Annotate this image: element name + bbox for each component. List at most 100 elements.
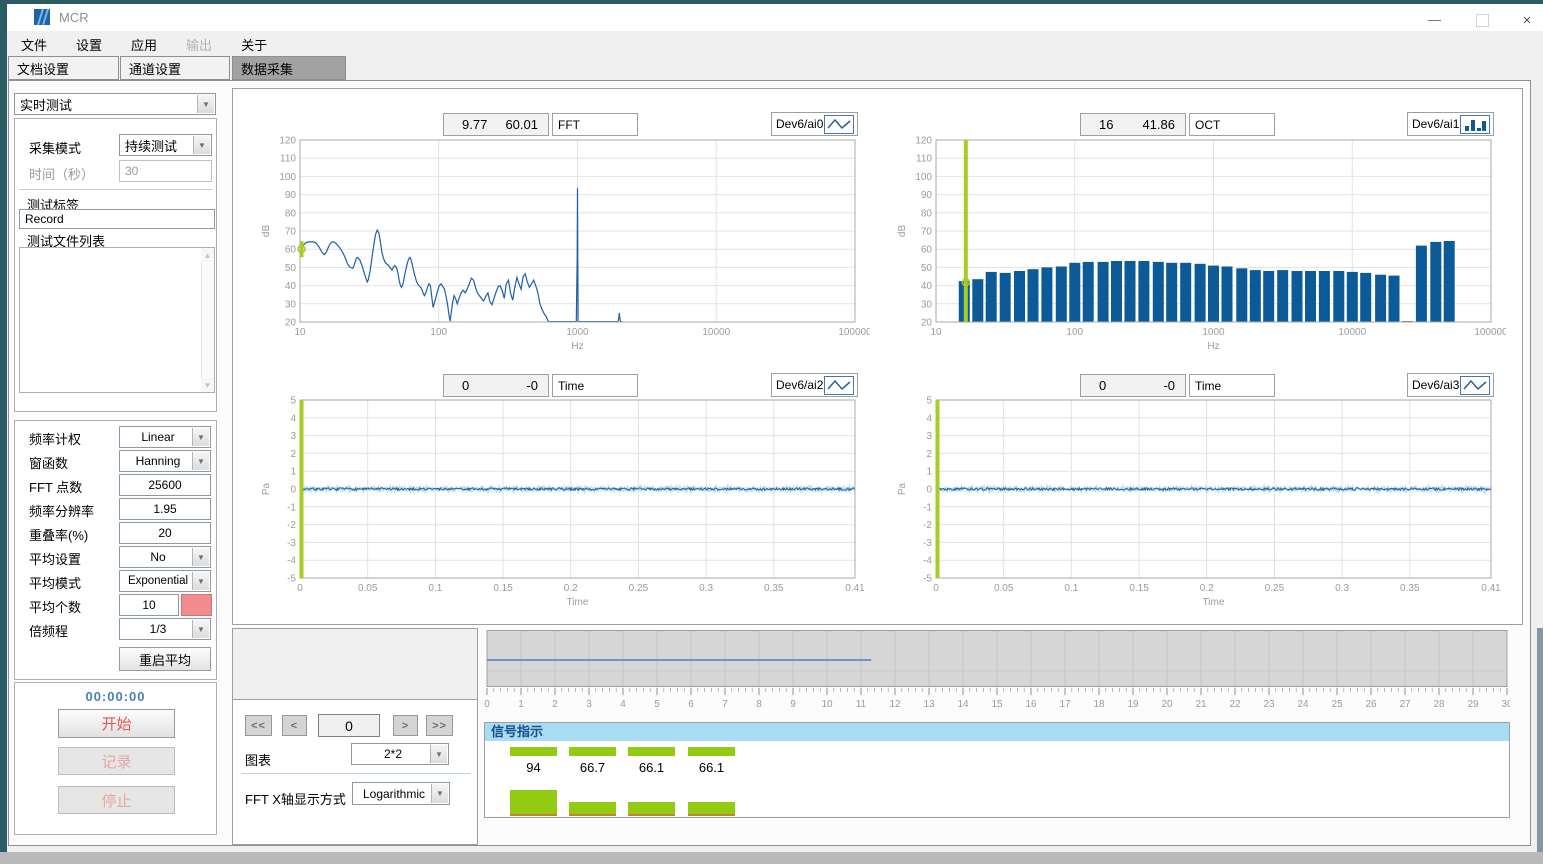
svg-text:0.1: 0.1 — [428, 583, 442, 594]
scroll-up-icon[interactable]: ▲ — [201, 248, 214, 262]
time-waveform-plot-ai3[interactable]: -5-4-3-2-101234500.050.10.150.20.250.30.… — [891, 392, 1506, 610]
svg-text:5: 5 — [926, 396, 932, 407]
minimize-button[interactable] — [1419, 10, 1449, 30]
time-waveform-plot-ai2[interactable]: -5-4-3-2-101234500.050.10.150.20.250.30.… — [255, 392, 870, 610]
svg-text:5: 5 — [290, 396, 296, 407]
svg-text:0.05: 0.05 — [994, 583, 1014, 594]
avg-count-input[interactable]: 10 — [119, 594, 179, 616]
chevron-down-icon[interactable]: ▼ — [192, 548, 209, 566]
svg-text:Time: Time — [1203, 597, 1225, 608]
fft-points-label: FFT 点数 — [29, 477, 82, 496]
test-mode-select[interactable]: 实时测试 ▼ — [14, 93, 216, 115]
menu-bar: 文件 设置 应用 输出 关于 — [7, 31, 1543, 55]
divider — [241, 773, 471, 774]
svg-text:24: 24 — [1297, 699, 1309, 710]
fft-spectrum-plot[interactable]: 2030405060708090100110120101001000100001… — [255, 132, 870, 355]
svg-text:110: 110 — [280, 154, 296, 165]
svg-text:100: 100 — [915, 172, 932, 183]
chevron-down-icon[interactable]: ▼ — [197, 95, 214, 113]
test-tag-input[interactable]: Record — [19, 209, 215, 229]
svg-text:-4: -4 — [923, 556, 932, 567]
chevron-down-icon[interactable]: ▼ — [192, 452, 209, 470]
chart-layout-select[interactable]: 2*2▼ — [351, 743, 449, 765]
svg-text:1: 1 — [926, 467, 932, 478]
taskbar-strip — [0, 852, 1543, 864]
menu-file[interactable]: 文件 — [15, 31, 53, 55]
desktop-edge-right — [1537, 628, 1543, 852]
svg-text:5: 5 — [654, 699, 660, 710]
page-number-field[interactable]: 0 — [318, 714, 380, 737]
avg-setting-label: 平均设置 — [29, 549, 81, 568]
svg-text:15: 15 — [991, 699, 1003, 710]
recording-timeline-scrubber[interactable]: 0123456789101112131415161718192021222324… — [484, 630, 1510, 712]
svg-text:Pa: Pa — [897, 482, 908, 495]
signal-indication-panel: 信号指示 94 66.7 66.1 66.1 — [484, 722, 1510, 818]
svg-text:0.35: 0.35 — [764, 583, 784, 594]
scrollbar[interactable]: ▲ ▼ — [201, 248, 214, 392]
fft-xaxis-mode-select[interactable]: Logarithmic▼ — [352, 782, 450, 805]
fft-points-input[interactable]: 25600 — [119, 474, 211, 496]
chevron-down-icon[interactable]: ▼ — [192, 620, 209, 638]
test-file-list[interactable]: ▲ ▼ — [19, 247, 215, 393]
svg-text:1000: 1000 — [1202, 327, 1225, 338]
last-page-button[interactable]: >> — [426, 715, 453, 736]
svg-text:10: 10 — [294, 327, 306, 338]
chevron-down-icon[interactable]: ▼ — [430, 745, 447, 763]
svg-text:110: 110 — [916, 154, 932, 165]
chevron-down-icon[interactable]: ▼ — [192, 428, 209, 446]
svg-text:100: 100 — [430, 327, 447, 338]
chevron-down-icon[interactable]: ▼ — [192, 572, 209, 590]
chevron-down-icon[interactable]: ▼ — [193, 136, 210, 154]
svg-text:0.15: 0.15 — [493, 583, 513, 594]
svg-text:dB: dB — [261, 225, 272, 238]
signal-value: 66.1 — [628, 760, 675, 775]
window-func-label: 窗函数 — [29, 453, 68, 472]
acq-time-input: 30 — [119, 160, 212, 182]
record-button: 记录 — [58, 747, 175, 775]
svg-text:9: 9 — [790, 699, 796, 710]
preview-box — [233, 629, 477, 700]
svg-text:10: 10 — [821, 699, 833, 710]
svg-text:0: 0 — [297, 583, 303, 594]
window-func-select[interactable]: Hanning▼ — [119, 450, 211, 472]
signal-level-bar — [510, 790, 557, 816]
svg-text:20: 20 — [1161, 699, 1173, 710]
signal-channel-1: 94 — [510, 741, 557, 819]
menu-settings[interactable]: 设置 — [70, 31, 108, 55]
svg-text:28: 28 — [1433, 699, 1445, 710]
scroll-down-icon[interactable]: ▼ — [201, 378, 214, 392]
svg-text:1: 1 — [518, 699, 524, 710]
svg-text:29: 29 — [1467, 699, 1479, 710]
menu-apply[interactable]: 应用 — [125, 31, 163, 55]
maximize-button[interactable] — [1467, 10, 1497, 30]
octave-select[interactable]: 1/3▼ — [119, 618, 211, 640]
svg-text:-4: -4 — [287, 556, 296, 567]
octave-band-plot[interactable]: 2030405060708090100110120101001000100001… — [891, 132, 1506, 355]
first-page-button[interactable]: << — [245, 715, 272, 736]
acq-mode-select[interactable]: 持续测试 ▼ — [119, 134, 212, 156]
tab-channel-settings[interactable]: 通道设置 — [120, 56, 230, 80]
svg-text:1000: 1000 — [566, 327, 589, 338]
svg-text:3: 3 — [290, 431, 296, 442]
close-button[interactable]: × — [1512, 10, 1542, 30]
bar-chart-icon — [1460, 115, 1490, 134]
restart-average-button[interactable]: 重启平均 — [119, 647, 211, 671]
freq-weighting-select[interactable]: Linear▼ — [119, 426, 211, 448]
acq-time-label: 时间（秒） — [29, 164, 94, 183]
freq-resolution-input[interactable]: 1.95 — [119, 498, 211, 520]
svg-text:-2: -2 — [923, 520, 932, 531]
tab-document-settings[interactable]: 文档设置 — [8, 56, 119, 80]
start-button[interactable]: 开始 — [58, 709, 175, 738]
line-chart-icon — [824, 115, 854, 134]
overlap-input[interactable]: 20 — [119, 522, 211, 544]
tab-data-acquisition[interactable]: 数据采集 — [232, 56, 346, 80]
signal-value: 66.7 — [569, 760, 616, 775]
prev-page-button[interactable]: < — [282, 715, 307, 736]
chevron-down-icon[interactable]: ▼ — [431, 784, 448, 803]
menu-about[interactable]: 关于 — [235, 31, 273, 55]
avg-setting-select[interactable]: No▼ — [119, 546, 211, 568]
avg-mode-select[interactable]: Exponential▼ — [119, 570, 211, 592]
svg-text:2: 2 — [552, 699, 558, 710]
svg-text:1: 1 — [290, 467, 296, 478]
next-page-button[interactable]: > — [393, 715, 418, 736]
